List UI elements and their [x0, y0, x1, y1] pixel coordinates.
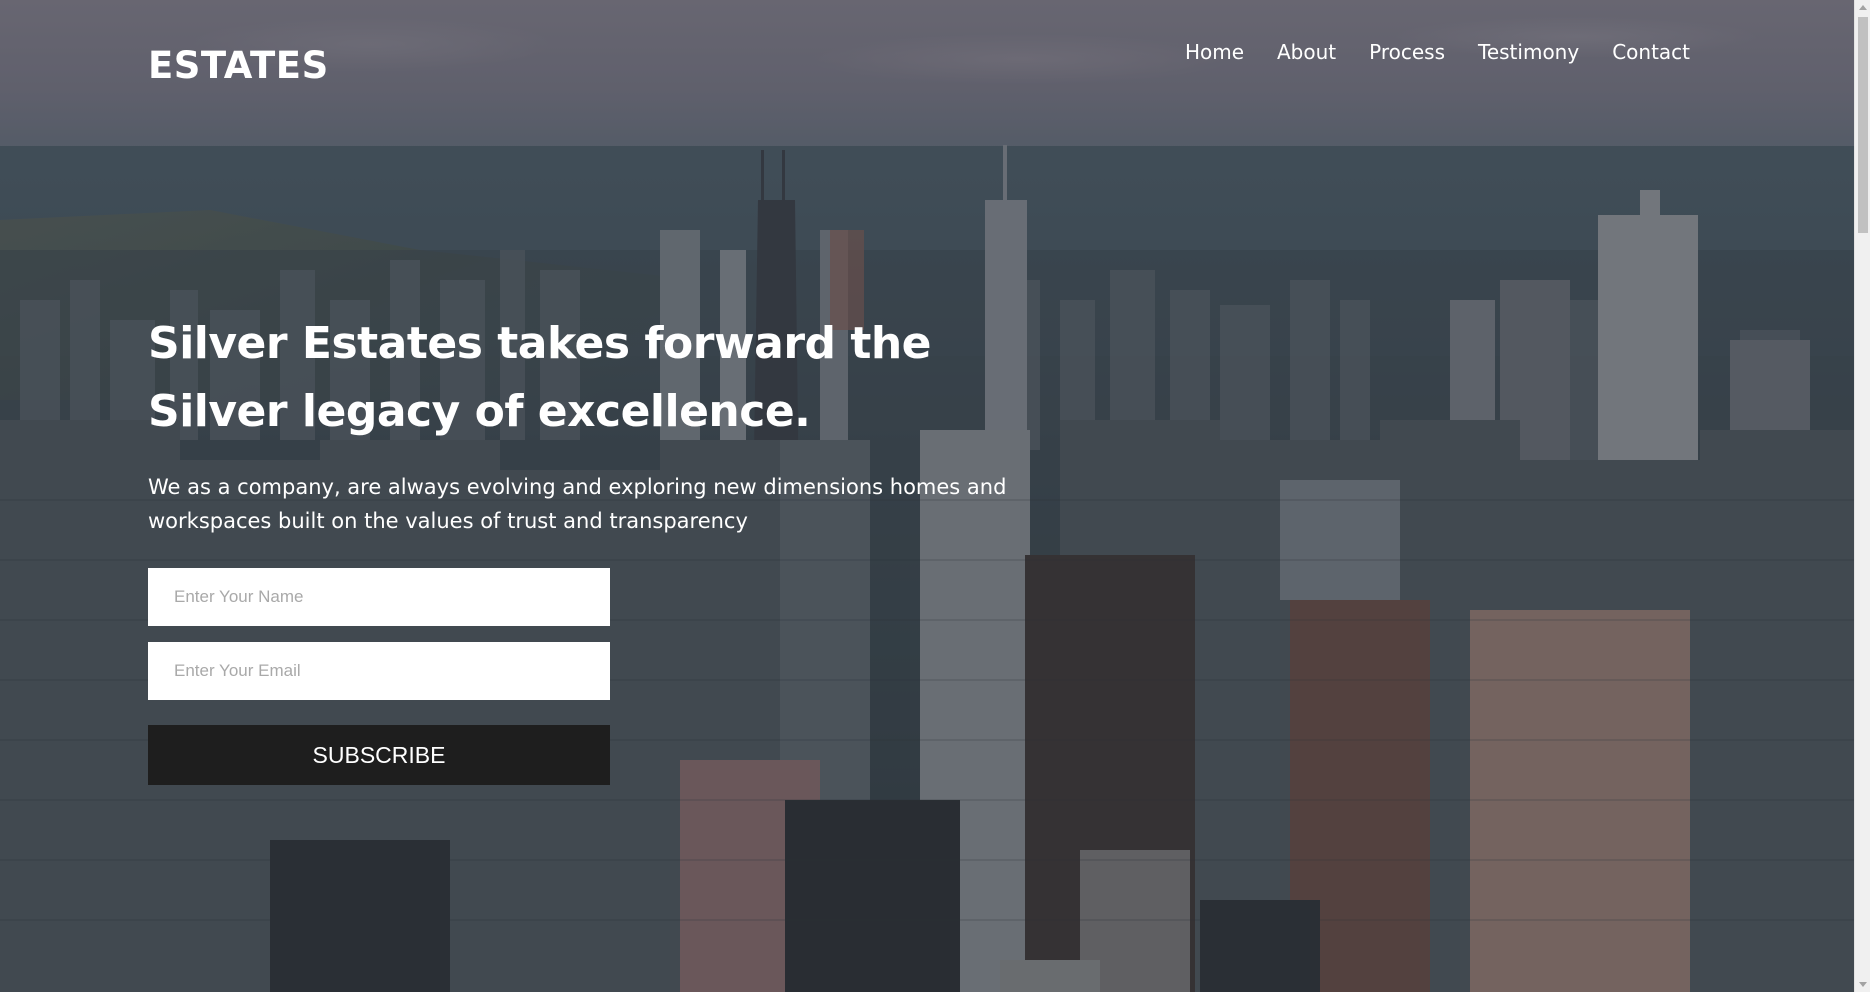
- scroll-down-arrow-icon[interactable]: [1859, 982, 1867, 987]
- main-nav: Home About Process Testimony Contact: [1185, 40, 1690, 64]
- subscribe-button[interactable]: SUBSCRIBE: [148, 725, 610, 785]
- nav-home[interactable]: Home: [1185, 40, 1244, 64]
- nav-process[interactable]: Process: [1369, 40, 1445, 64]
- nav-testimony[interactable]: Testimony: [1478, 40, 1579, 64]
- site-logo[interactable]: ESTATES: [148, 44, 329, 87]
- hero-background: ESTATES Home About Process Testimony Con…: [0, 0, 1854, 992]
- nav-about[interactable]: About: [1277, 40, 1336, 64]
- scroll-thumb[interactable]: [1858, 17, 1868, 233]
- nav-contact[interactable]: Contact: [1612, 40, 1690, 64]
- vertical-scrollbar[interactable]: [1854, 0, 1870, 992]
- name-input[interactable]: [148, 568, 610, 626]
- hero-subtitle: We as a company, are always evolving and…: [148, 475, 1007, 533]
- scroll-up-arrow-icon[interactable]: [1859, 5, 1867, 10]
- hero-title: Silver Estates takes forward the Silver …: [148, 318, 932, 437]
- email-input[interactable]: [148, 642, 610, 700]
